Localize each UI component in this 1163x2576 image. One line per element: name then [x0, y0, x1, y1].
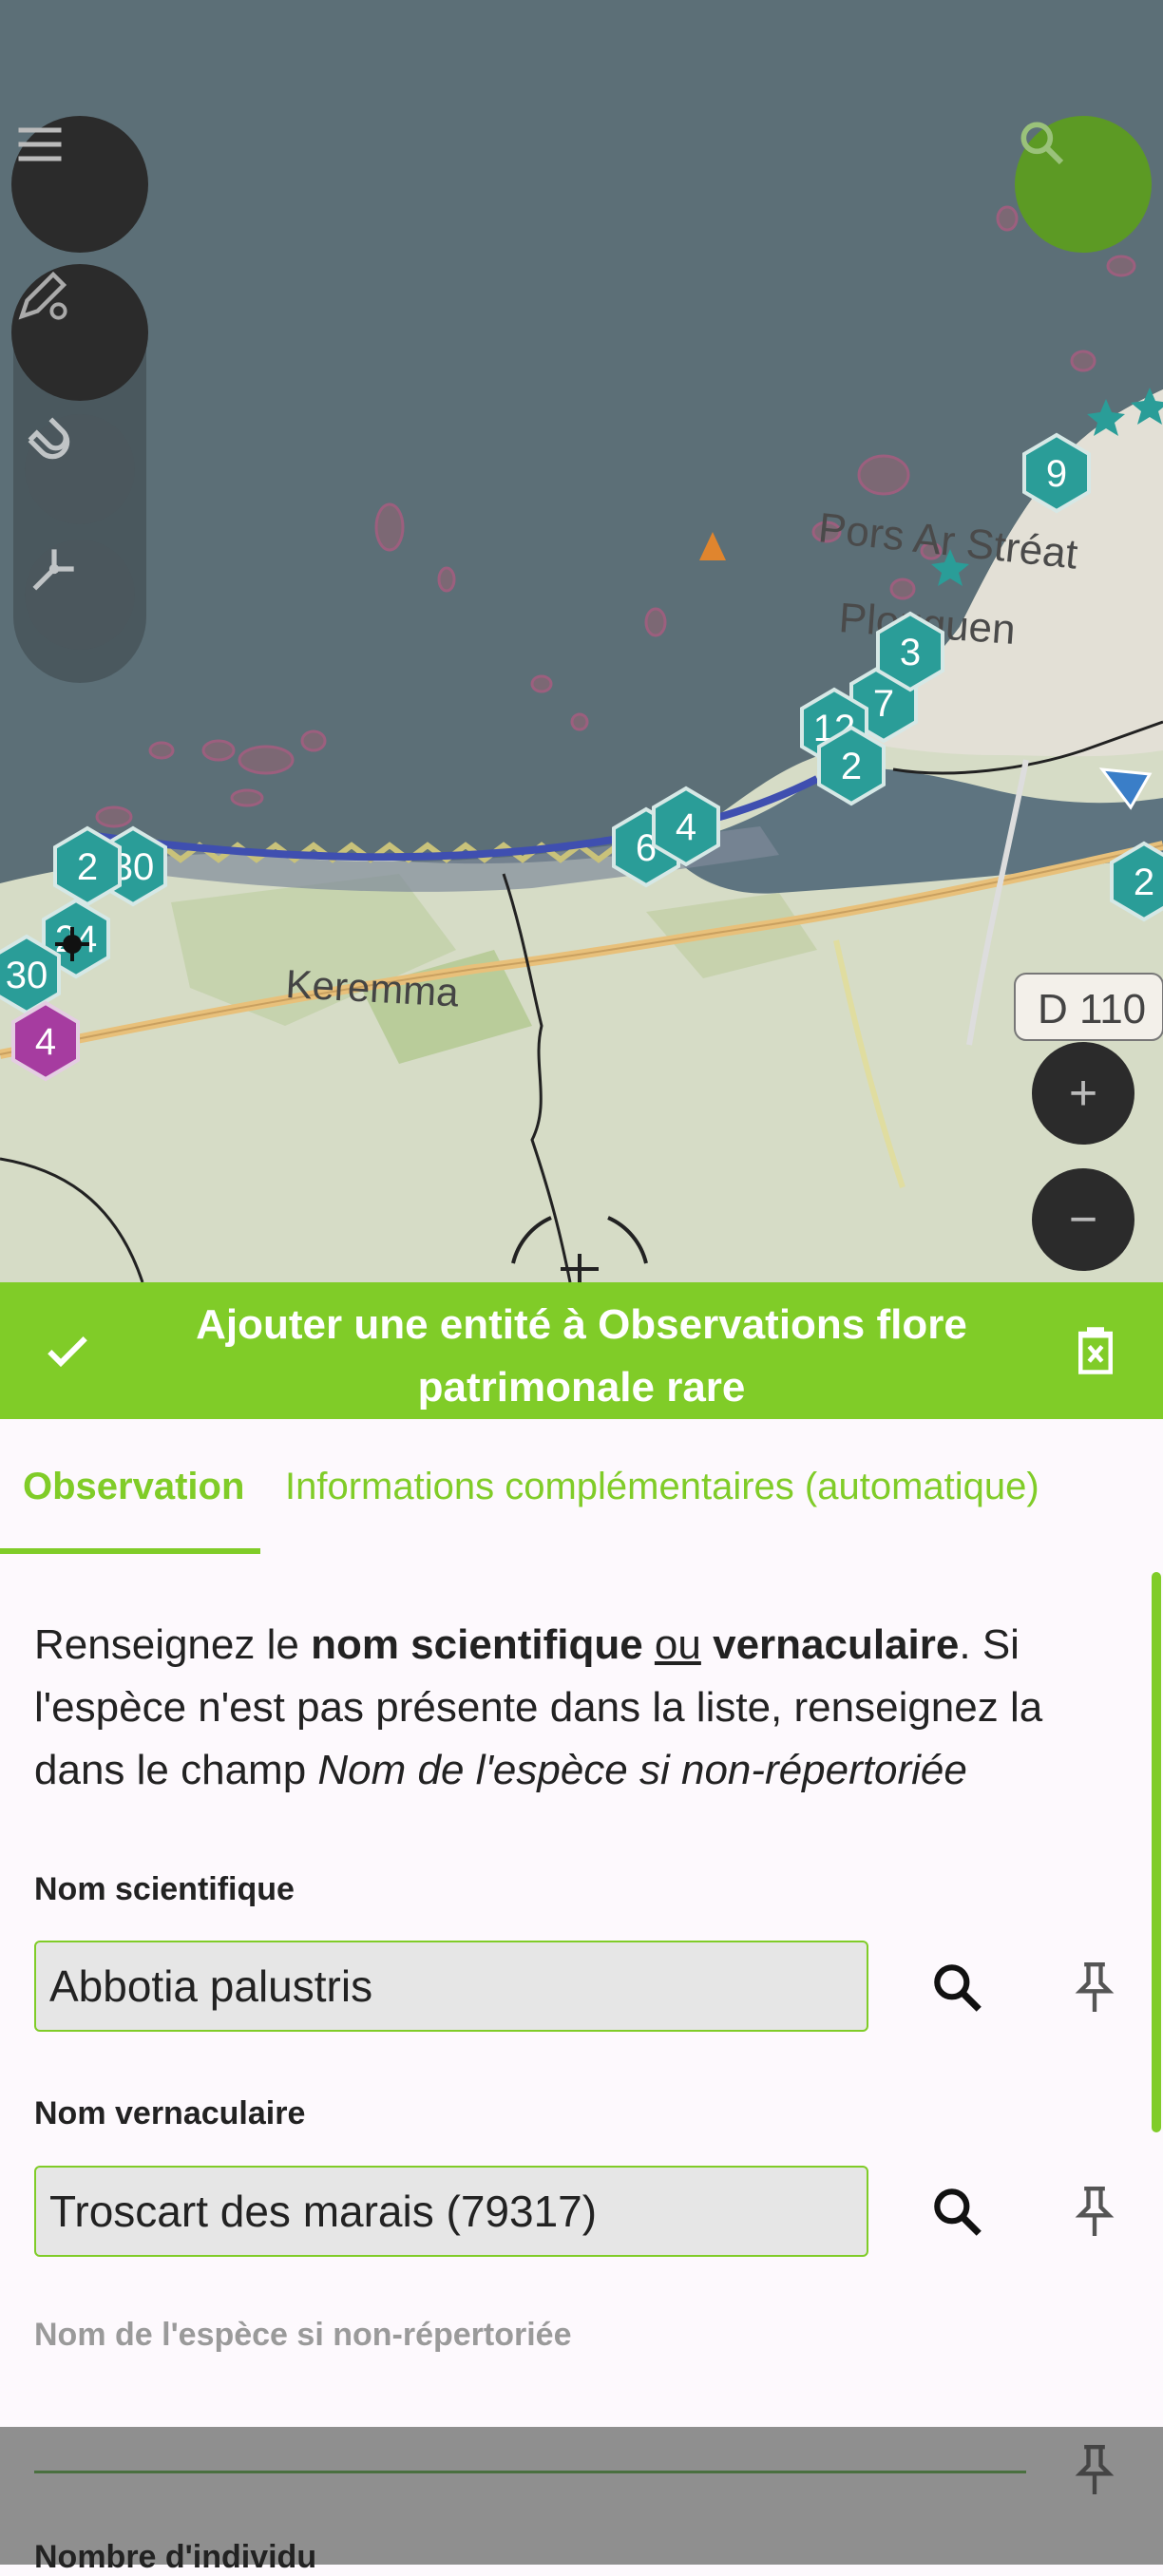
cluster-marker[interactable]: 2 [53, 825, 122, 907]
tab-informations-complementaires[interactable]: Informations complémentaires (automatiqu… [285, 1419, 1039, 1555]
scrollbar[interactable] [1152, 1572, 1161, 2132]
unlisted-species-field[interactable] [34, 2471, 1026, 2473]
svg-text:4: 4 [35, 1021, 56, 1063]
cluster-marker[interactable]: 4 [11, 1000, 80, 1082]
tab-observation[interactable]: Observation [23, 1419, 244, 1555]
road-label-d110: D 110 [1038, 986, 1146, 1032]
check-icon [48, 1336, 87, 1368]
vertex-tool-icon [32, 549, 74, 591]
vernacular-name-pin-button[interactable] [1052, 2169, 1137, 2254]
intro-text: Renseignez le nom scientifique ou vernac… [34, 1621, 1043, 1793]
menu-button[interactable] [11, 116, 148, 253]
save-button[interactable] [25, 1308, 110, 1393]
svg-text:30: 30 [6, 955, 48, 996]
magnet-icon [28, 417, 70, 460]
svg-text:2: 2 [841, 746, 862, 787]
trash-icon [1078, 1327, 1113, 1374]
cancel-button[interactable] [1053, 1308, 1138, 1393]
scientific-name-label: Nom scientifique [34, 1871, 295, 1907]
svg-text:2: 2 [77, 846, 98, 888]
form-title: Ajouter une entité à Observations flore … [162, 1294, 1001, 1419]
scientific-name-pin-button[interactable] [1052, 1944, 1137, 2030]
map-canvas[interactable]: Keremma Pors Ar Stréat Plouguen D 110 9 … [0, 0, 1163, 1282]
edit-mode-button[interactable] [11, 264, 148, 401]
pin-icon [1075, 2445, 1115, 2494]
vernacular-name-field[interactable]: Troscart des marais (79317) [34, 2166, 868, 2257]
cluster-marker[interactable]: 2 [817, 725, 886, 806]
unlisted-species-label: Nom de l'espèce si non-répertoriée [34, 2317, 572, 2353]
scientific-name-field[interactable]: Abbotia palustris [34, 1941, 868, 2032]
form-title-line1: Ajouter une entité à Observations flore [196, 1301, 967, 1348]
search-icon [934, 1964, 982, 2012]
vernacular-name-search-button[interactable] [914, 2169, 1000, 2254]
search-icon [934, 2188, 982, 2236]
cluster-marker[interactable]: 9 [1022, 432, 1091, 514]
active-tab-indicator [0, 1548, 260, 1554]
cluster-marker[interactable]: 4 [652, 786, 720, 867]
pencil-gear-icon [18, 271, 67, 320]
individual-count-label: Nombre d'individu [34, 2539, 317, 2575]
svg-text:4: 4 [676, 806, 696, 848]
place-label-keremma: Keremma [285, 961, 461, 1014]
svg-text:3: 3 [900, 632, 921, 673]
form-tabs: Observation Informations complémentaires… [0, 1419, 1163, 1555]
svg-text:7: 7 [873, 683, 894, 725]
unlisted-species-pin-button[interactable] [1052, 2427, 1137, 2512]
svg-text:9: 9 [1046, 453, 1067, 495]
topology-button[interactable] [25, 540, 135, 650]
cluster-marker[interactable]: 3 [876, 611, 944, 692]
form-body[interactable]: Renseignez le nom scientifique ou vernac… [0, 1555, 1163, 2427]
vernacular-name-label: Nom vernaculaire [34, 2095, 306, 2131]
form-title-line2: patrimonale rare [417, 1364, 746, 1411]
form-continuation-overlay: Nombre d'individu [0, 2427, 1163, 2575]
search-icon [1020, 122, 1064, 165]
hamburger-icon [18, 127, 62, 161]
zoom-in-button[interactable]: + [1032, 1042, 1134, 1145]
form-header: Ajouter une entité à Observations flore … [0, 1282, 1163, 1419]
zoom-out-button[interactable]: − [1032, 1168, 1134, 1271]
map-view[interactable]: Keremma Pors Ar Stréat Plouguen D 110 9 … [0, 0, 1163, 1282]
scientific-name-search-button[interactable] [914, 1944, 1000, 2030]
search-button[interactable] [1015, 116, 1152, 253]
pin-icon [1075, 2187, 1115, 2236]
snapping-button[interactable] [25, 414, 135, 524]
svg-text:2: 2 [1134, 862, 1154, 903]
pin-icon [1075, 1962, 1115, 2012]
